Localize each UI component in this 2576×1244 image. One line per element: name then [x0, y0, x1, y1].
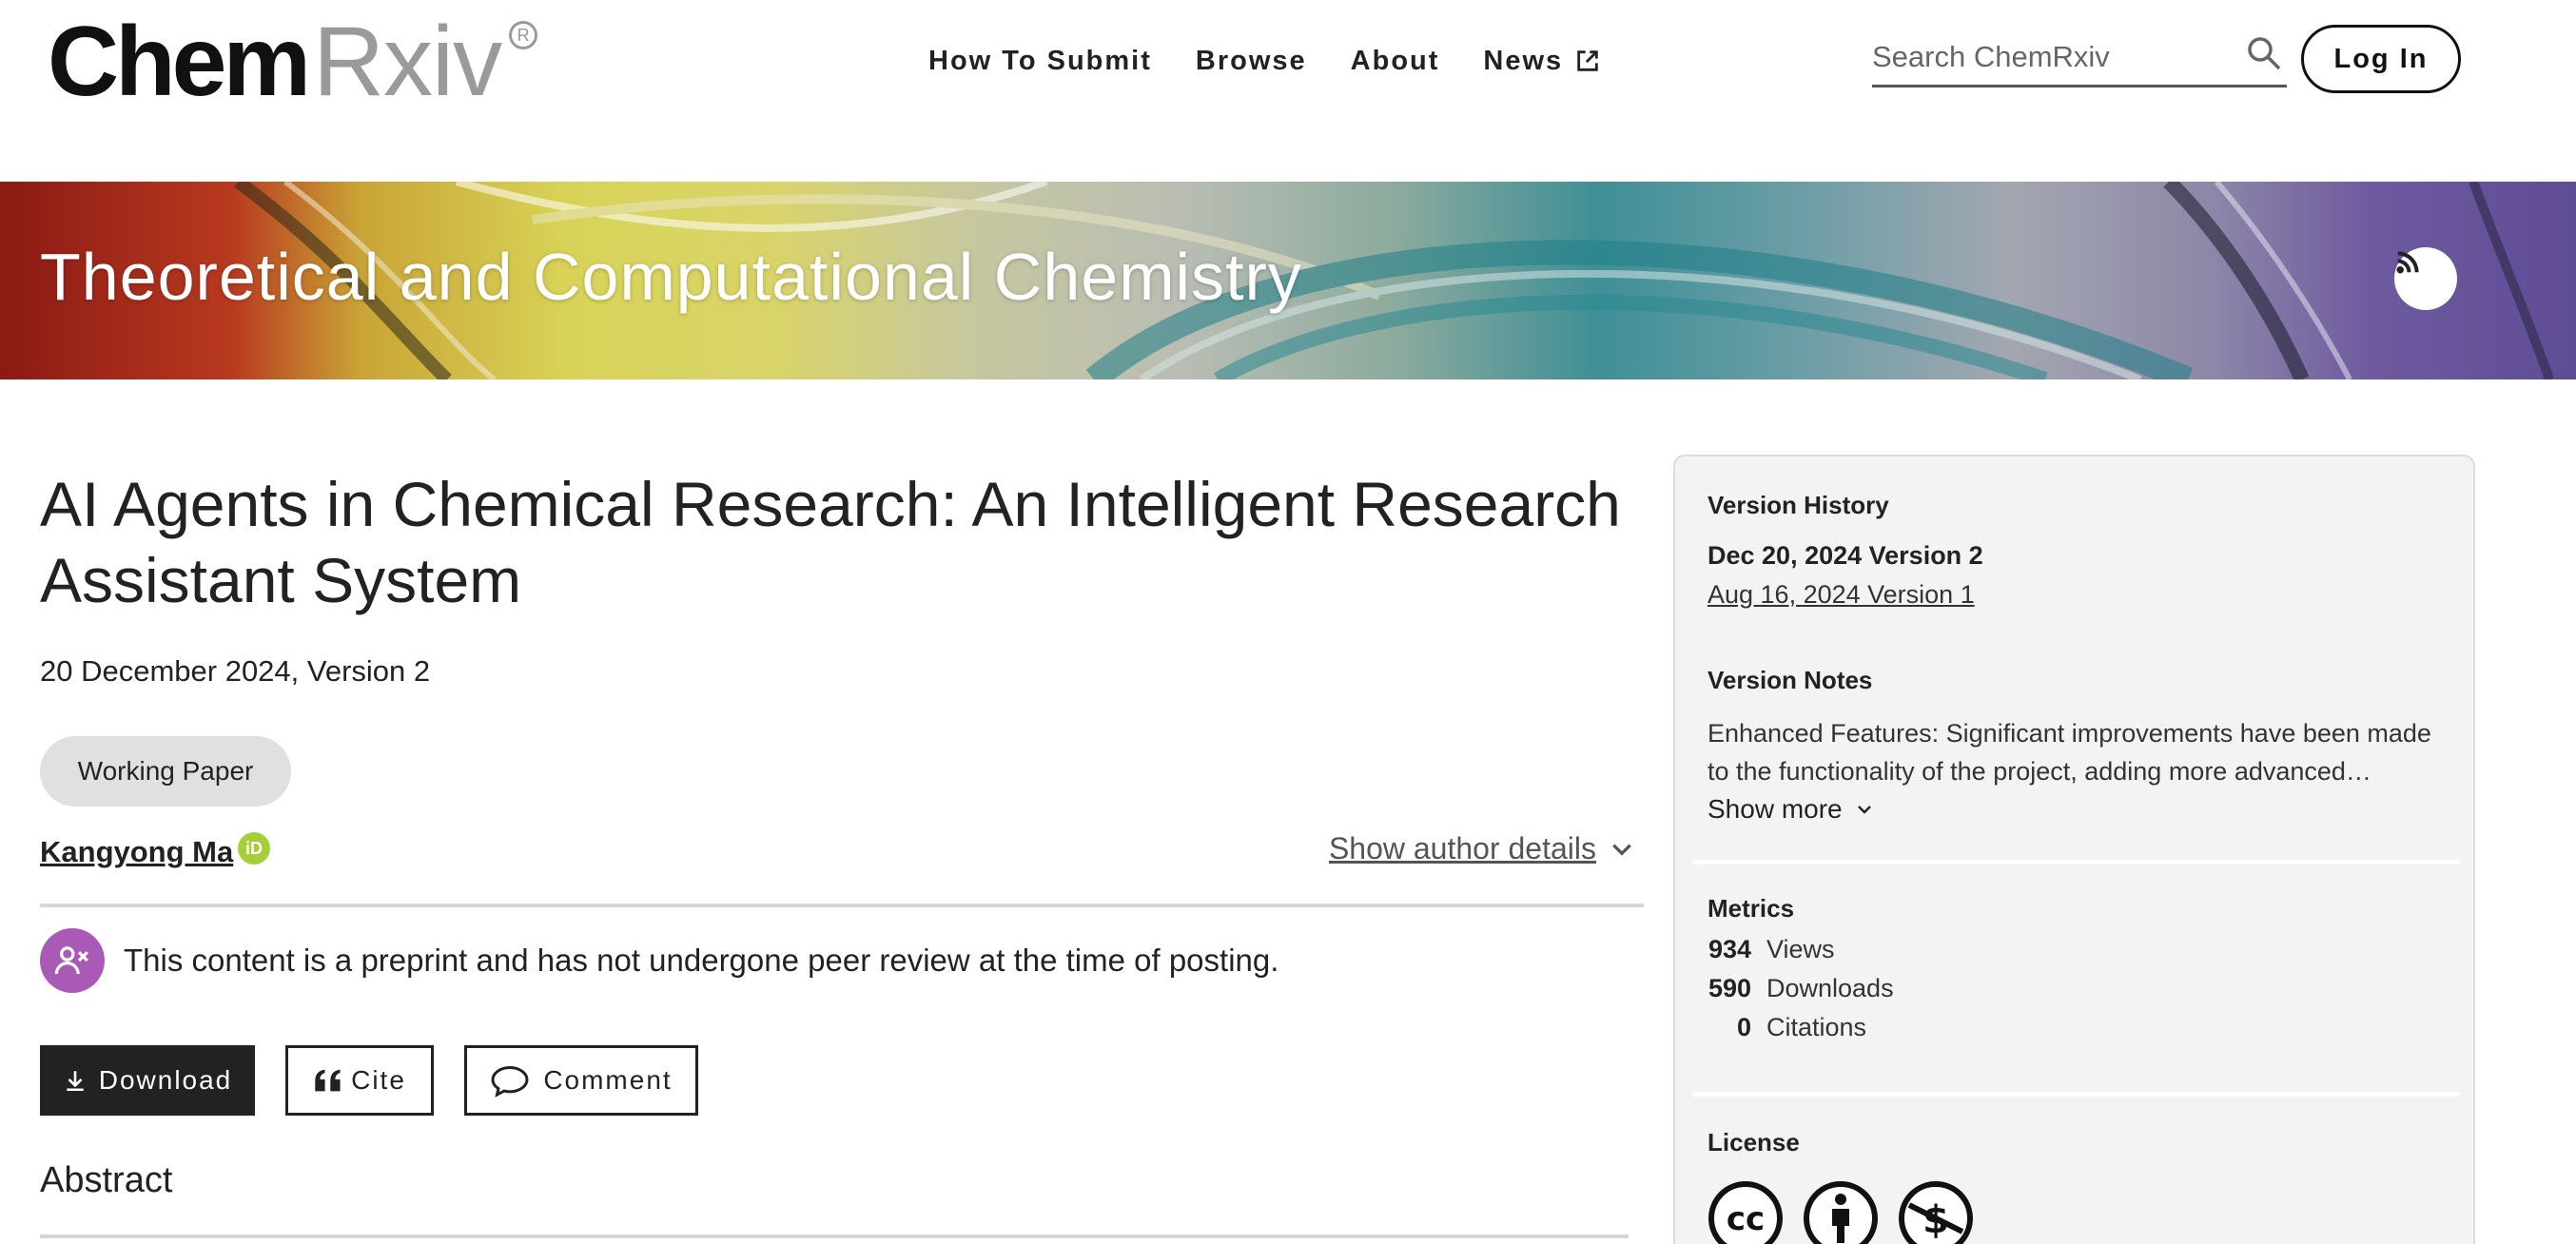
download-label: Download [98, 1065, 233, 1095]
article-title: AI Agents in Chemical Research: An Intel… [40, 469, 1621, 615]
article-sidebar: Version History Dec 20, 2024 Version 2 A… [1673, 455, 2475, 1244]
nav-label: Browse [1195, 45, 1307, 76]
metrics-section: Metrics 934 Views 590 Downloads 0 Citati… [1708, 894, 2459, 1042]
metrics-heading: Metrics [1708, 894, 1795, 923]
peer-review-notice: This content is a preprint and has not u… [40, 927, 1278, 994]
show-more-toggle[interactable]: Show more [1708, 794, 2459, 825]
author-row: Kangyong Ma iD Show author details [40, 827, 1644, 875]
search-input[interactable] [1872, 32, 2224, 81]
comment-label: Comment [543, 1065, 673, 1095]
version-notes-section: Version Notes Enhanced Features: Signifi… [1708, 666, 2459, 825]
download-button[interactable]: Download [40, 1045, 255, 1116]
main-nav: How To Submit Browse About News [928, 40, 1645, 82]
nav-about[interactable]: About [1351, 46, 1440, 77]
version-history-section: Version History Dec 20, 2024 Version 2 A… [1708, 491, 2459, 610]
article-actions: Download Cite Comment [40, 1045, 698, 1116]
cc-icon[interactable]: cc [1708, 1180, 1784, 1244]
cite-button[interactable]: Cite [285, 1045, 434, 1116]
category-banner: Theoretical and Computational Chemistry [0, 182, 2576, 379]
divider [40, 904, 1644, 907]
noncommercial-icon[interactable]: $ [1898, 1180, 1974, 1244]
external-link-icon [1577, 50, 1598, 71]
rss-button[interactable] [2394, 247, 2457, 310]
chevron-down-icon [1612, 844, 1631, 856]
metric-value: 590 [1708, 974, 1751, 1002]
logo-rxiv-text: Rxiv [312, 7, 502, 117]
paper-type-badge: Working Paper [40, 736, 291, 807]
author-link[interactable]: Kangyong Ma [40, 835, 233, 869]
metric-downloads: 590 Downloads [1708, 974, 2459, 1003]
metric-value: 934 [1708, 935, 1751, 963]
abstract-heading: Abstract [40, 1160, 173, 1200]
rss-icon [2396, 251, 2419, 274]
article-date: 20 December 2024, Version 2 [40, 654, 431, 688]
not-peer-reviewed-icon [40, 928, 105, 993]
license-section: License cc $ [1708, 1128, 2459, 1244]
category-title: Theoretical and Computational Chemistry [40, 240, 1302, 314]
metric-label: Citations [1766, 1013, 1867, 1041]
license-heading: License [1708, 1128, 1800, 1157]
version-history-heading: Version History [1708, 491, 1889, 519]
metric-label: Downloads [1766, 974, 1894, 1002]
download-icon [67, 1071, 84, 1092]
chemrxiv-logo[interactable]: Chem Rxiv R [48, 7, 538, 117]
nav-browse[interactable]: Browse [1196, 46, 1307, 77]
license-icons: cc $ [1708, 1180, 2459, 1244]
show-more-label: Show more [1708, 794, 1843, 824]
comment-button[interactable]: Comment [464, 1045, 698, 1116]
attribution-icon[interactable] [1803, 1180, 1879, 1244]
divider [40, 1234, 1629, 1238]
previous-version-link[interactable]: Aug 16, 2024 Version 1 [1708, 580, 2459, 610]
show-author-details-toggle[interactable]: Show author details [1329, 831, 1634, 866]
login-button[interactable]: Log In [2301, 25, 2461, 93]
version-notes-text: Enhanced Features: Significant improveme… [1708, 719, 2431, 786]
metric-citations: 0 Citations [1708, 1013, 2459, 1042]
logo-chem-text: Chem [48, 7, 311, 117]
version-notes-heading: Version Notes [1708, 666, 1873, 694]
search-icon[interactable] [2245, 34, 2283, 72]
comment-icon [491, 1065, 529, 1098]
site-header: Chem Rxiv R How To Submit Browse About N… [0, 0, 2576, 182]
search-box [1872, 29, 2287, 87]
svg-text:cc: cc [1727, 1200, 1765, 1238]
show-author-details-label: Show author details [1328, 831, 1596, 865]
nav-news[interactable]: News [1483, 46, 1601, 77]
nav-label: How To Submit [928, 45, 1152, 76]
divider [1692, 860, 2460, 865]
peer-review-text: This content is a preprint and has not u… [124, 943, 1279, 978]
registered-mark-icon: R [509, 21, 538, 49]
current-version: Dec 20, 2024 Version 2 [1708, 541, 1983, 570]
nav-how-to-submit[interactable]: How To Submit [928, 46, 1152, 77]
metric-label: Views [1766, 935, 1835, 963]
orcid-icon[interactable]: iD [238, 832, 270, 865]
divider [1692, 1092, 2460, 1097]
nav-label: About [1350, 45, 1440, 76]
cite-label: Cite [351, 1065, 406, 1095]
quote-icon [315, 1069, 341, 1092]
metric-value: 0 [1736, 1013, 1751, 1041]
nav-label: News [1483, 45, 1564, 76]
metric-views: 934 Views [1708, 935, 2459, 964]
chevron-down-icon [1857, 806, 1871, 814]
